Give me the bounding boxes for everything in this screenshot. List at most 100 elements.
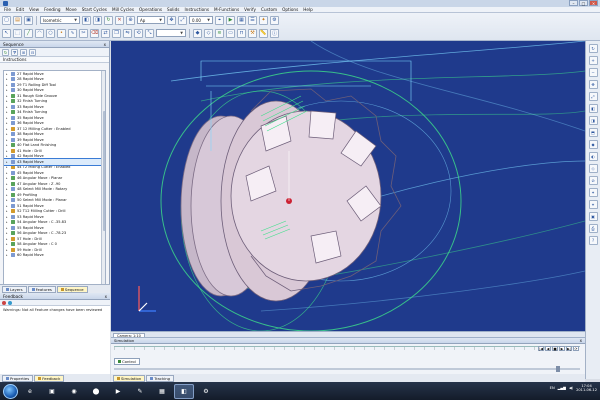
- expand-arrow-icon[interactable]: ▸: [6, 72, 9, 76]
- error-icon[interactable]: [2, 300, 6, 305]
- expand-arrow-icon[interactable]: ▸: [6, 160, 9, 164]
- menu-feeding[interactable]: Feeding: [44, 7, 60, 12]
- fixture-icon[interactable]: ⊓: [237, 28, 246, 38]
- taskbar-app-editor[interactable]: ✎: [130, 384, 150, 399]
- value-combo[interactable]: 0.00 ▼: [189, 16, 213, 24]
- expand-arrow-icon[interactable]: ▸: [6, 165, 9, 169]
- stop-button[interactable]: ■: [552, 346, 558, 351]
- line-icon[interactable]: ╱: [24, 28, 33, 38]
- expand-arrow-icon[interactable]: ▸: [6, 138, 9, 142]
- control-toggle[interactable]: Control: [114, 358, 140, 365]
- 3d-viewport[interactable]: [111, 41, 585, 331]
- menu-mill-cycles[interactable]: Mill Cycles: [112, 7, 134, 12]
- spline-icon[interactable]: ∿: [68, 28, 77, 38]
- expand-arrow-icon[interactable]: ▸: [6, 226, 9, 230]
- move-icon[interactable]: ⇄: [101, 28, 110, 38]
- expand-arrow-icon[interactable]: ▸: [6, 132, 9, 136]
- network-icon[interactable]: ▂▄▆: [558, 386, 566, 390]
- view-front-icon[interactable]: ◧: [82, 15, 91, 25]
- snapshot-icon[interactable]: ▣: [588, 212, 598, 221]
- expand-arrow-icon[interactable]: ▸: [6, 171, 9, 175]
- expand-arrow-icon[interactable]: ▸: [6, 110, 9, 114]
- expand-arrow-icon[interactable]: ▸: [6, 253, 9, 257]
- pan-icon[interactable]: ✥: [167, 15, 176, 25]
- arc-icon[interactable]: ◠: [35, 28, 44, 38]
- fit-view-icon[interactable]: ⤢: [588, 92, 598, 101]
- light-view-icon[interactable]: ✦: [588, 188, 598, 197]
- rotate-view-icon[interactable]: ↻: [588, 44, 598, 53]
- tool-icon[interactable]: ⚒: [248, 28, 257, 38]
- list-item[interactable]: ▸ 60 Rapid Move: [4, 253, 105, 259]
- zoom-out-icon[interactable]: −: [588, 68, 598, 77]
- expand-arrow-icon[interactable]: ▸: [6, 182, 9, 186]
- expand-arrow-icon[interactable]: ▸: [6, 231, 9, 235]
- grid-icon[interactable]: ▦: [237, 15, 246, 25]
- step-back-button[interactable]: ◀: [545, 346, 551, 351]
- top-view-icon[interactable]: ⬒: [588, 128, 598, 137]
- menu-start-cycles[interactable]: Start Cycles: [82, 7, 107, 12]
- tab-sequence[interactable]: Sequence: [56, 285, 88, 293]
- erase-icon[interactable]: ⌫: [90, 28, 99, 38]
- expand-arrow-icon[interactable]: ▸: [6, 149, 9, 153]
- expand-arrow-icon[interactable]: ▸: [6, 83, 9, 87]
- close-icon[interactable]: x: [580, 338, 582, 344]
- workplane-combo[interactable]: Ap ▼: [137, 16, 165, 24]
- taskbar-app-ie[interactable]: e: [20, 384, 40, 399]
- taskbar-app-firefox[interactable]: ⬤: [86, 384, 106, 399]
- expand-arrow-icon[interactable]: ▸: [6, 242, 9, 246]
- light-icon[interactable]: ✦: [259, 15, 268, 25]
- close-icon[interactable]: x: [104, 41, 106, 48]
- simulate-icon[interactable]: ▶: [226, 15, 235, 25]
- taskbar-app-chrome[interactable]: ◉: [64, 384, 84, 399]
- tab-tracking[interactable]: Tracking: [146, 374, 175, 382]
- taskbar-app-calc[interactable]: ▦: [152, 384, 172, 399]
- expand-icon[interactable]: ⊞: [20, 48, 27, 56]
- end-button[interactable]: ▶|: [566, 346, 572, 351]
- trim-icon[interactable]: ✂: [79, 28, 88, 38]
- measure-icon[interactable]: ⌖: [215, 15, 224, 25]
- toolpath-icon[interactable]: ≋: [215, 28, 224, 38]
- menu-file[interactable]: File: [4, 7, 11, 12]
- taskbar-app-explorer[interactable]: ▣: [42, 384, 62, 399]
- fit-icon[interactable]: ⤢: [178, 15, 187, 25]
- point-icon[interactable]: •: [57, 28, 66, 38]
- level-combo[interactable]: ▼: [156, 29, 186, 37]
- select-icon[interactable]: ↖: [2, 28, 11, 38]
- layers-icon[interactable]: ☰: [248, 15, 257, 25]
- slider-knob[interactable]: [556, 366, 560, 372]
- expand-arrow-icon[interactable]: ▸: [6, 248, 9, 252]
- instruction-list[interactable]: ▸ 27 Rapid Move ▸ 28 Rapid Move ▸ 29 T1 Rolli…: [3, 70, 106, 298]
- scale-icon[interactable]: ⤡: [145, 28, 154, 38]
- loop-button[interactable]: ⟳: [573, 346, 579, 351]
- expand-arrow-icon[interactable]: ▸: [6, 187, 9, 191]
- expand-arrow-icon[interactable]: ▸: [6, 88, 9, 92]
- shade-icon[interactable]: ◐: [588, 152, 598, 161]
- menu-options[interactable]: Options: [282, 7, 298, 12]
- tab-feedback[interactable]: Feedback: [34, 374, 65, 382]
- view-top-icon[interactable]: ◨: [93, 15, 102, 25]
- solid-icon[interactable]: ◆: [193, 28, 202, 38]
- menu-view[interactable]: View: [29, 7, 39, 12]
- menu-verify[interactable]: Verify: [244, 7, 256, 12]
- collapse-icon[interactable]: ⊟: [29, 48, 36, 56]
- taskbar-app-settings[interactable]: ⚙: [196, 384, 216, 399]
- menu-operations[interactable]: Operations: [139, 7, 162, 12]
- expand-arrow-icon[interactable]: ▸: [6, 143, 9, 147]
- menu-m-functions[interactable]: M-Functions: [214, 7, 239, 12]
- simulation-timeline[interactable]: [114, 346, 580, 354]
- iso-view-icon[interactable]: ◆: [588, 140, 598, 149]
- zoom-in-icon[interactable]: +: [588, 56, 598, 65]
- start-button[interactable]: [3, 383, 18, 399]
- menu-move[interactable]: Move: [66, 7, 77, 12]
- rotate-icon[interactable]: ↻: [104, 15, 113, 25]
- expand-arrow-icon[interactable]: ▸: [6, 99, 9, 103]
- info-icon[interactable]: [8, 300, 12, 305]
- filter-icon[interactable]: ⧩: [11, 48, 18, 56]
- expand-arrow-icon[interactable]: ▸: [6, 154, 9, 158]
- taskbar-app-cam[interactable]: ◧: [174, 383, 194, 399]
- maximize-button[interactable]: □: [579, 0, 588, 6]
- expand-arrow-icon[interactable]: ▸: [6, 116, 9, 120]
- tab-layers[interactable]: Layers: [2, 285, 27, 293]
- close-icon[interactable]: x: [105, 293, 107, 300]
- menu-help[interactable]: Help: [303, 7, 313, 12]
